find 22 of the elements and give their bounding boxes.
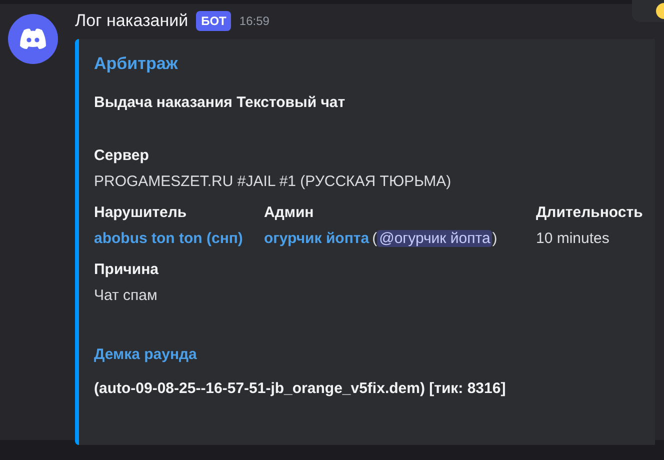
embed-description: Выдача наказания Текстовый чат [94,93,346,113]
field-label: Нарушитель [94,202,188,222]
demo-filename: (auto-09-08-25--16-57-51-jb_orange_v5fix.dem) [тик: 8316] [94,379,507,399]
field-label: Сервер [94,146,150,166]
bot-tag: БОТ [196,10,232,31]
field-label: Длительность [536,202,644,222]
field-value: ) [492,230,498,247]
field-value: PROGAMESZET.RU #JAIL #1 (РУССКАЯ ТЮРЬМА) [94,173,452,190]
field-value: ( [372,230,378,247]
user-link[interactable]: abobus ton ton (снп) [94,230,243,247]
user-mention[interactable]: @огурчик йопта [377,230,492,247]
field-value: Чат спам [94,287,158,304]
author-name[interactable]: Лог наказаний [75,8,188,34]
field-value: 10 minutes [536,230,610,247]
user-link[interactable]: огурчик йопта [264,230,370,247]
demo-link[interactable]: Демка раунда [94,344,655,366]
controller-logo-icon [19,28,47,50]
bot-avatar[interactable] [8,14,58,64]
embed-title[interactable]: Арбитраж [94,50,655,76]
field-label: Причина [94,260,160,280]
timestamp: 16:59 [239,12,270,30]
field-label: Админ [264,202,315,222]
